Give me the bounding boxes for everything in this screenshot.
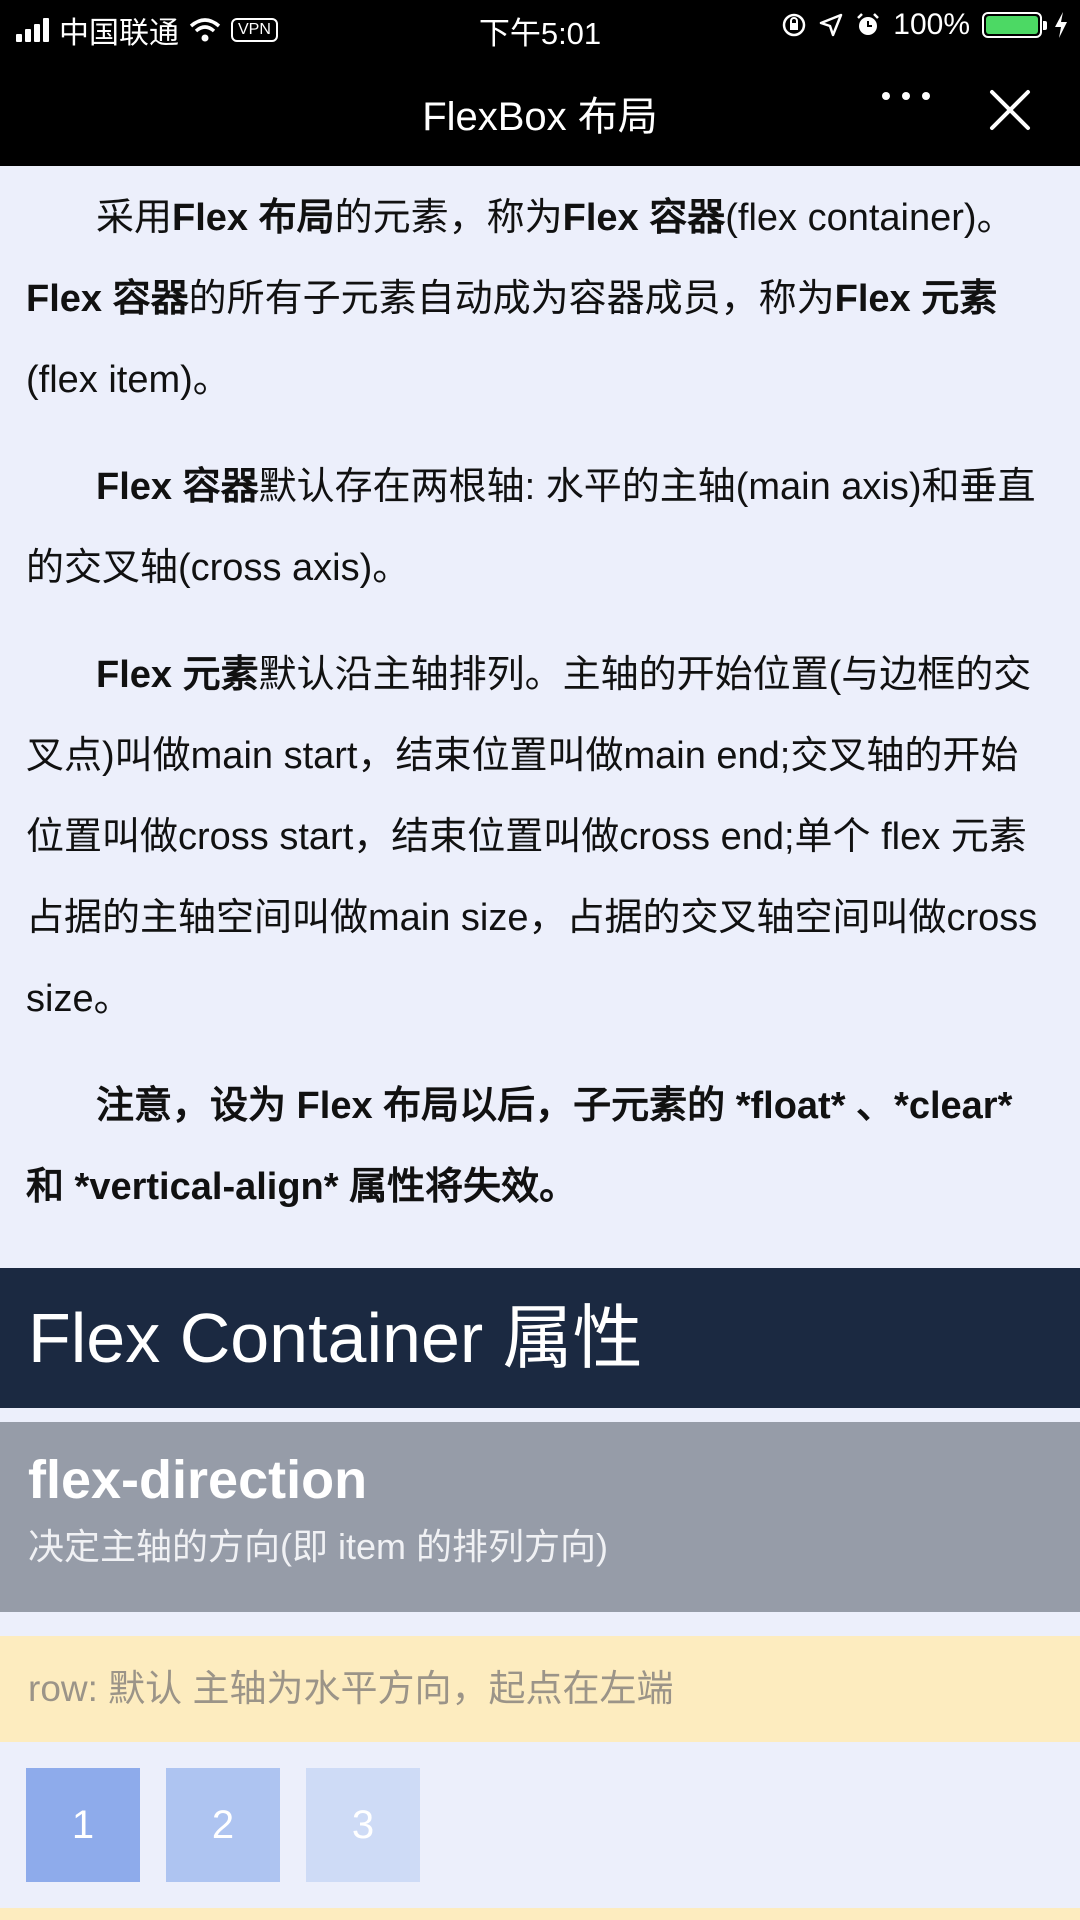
paragraph-axes: Flex 容器默认存在两根轴: 水平的主轴(main axis)和垂直的交叉轴(…	[26, 447, 1056, 609]
text-run: 默认沿主轴排列。主轴的开始位置(与边框的交叉点)叫做main start，结束位…	[26, 654, 1038, 1020]
property-name: flex-direction	[28, 1450, 368, 1510]
next-example-strip	[0, 1908, 1080, 1920]
bold-term: Flex 布局	[172, 197, 335, 239]
bold-term: Flex 元素	[96, 654, 259, 696]
text-run: 采用	[96, 197, 173, 239]
text-run: 的元素，称为	[334, 197, 563, 239]
nav-bar: FlexBox 布局	[0, 54, 1080, 166]
battery-icon	[982, 12, 1047, 38]
article-body: 采用Flex 布局的元素，称为Flex 容器(flex container)。F…	[26, 178, 1056, 1254]
demo-item-1: 1	[26, 1768, 140, 1882]
bold-term: Flex 元素	[834, 278, 998, 320]
battery-percent: 100%	[893, 8, 970, 41]
status-bar: 中国联通 VPN 下午5:01 100%	[0, 0, 1080, 54]
text-run: 的所有子元素自动成为容器成员，称为	[188, 278, 835, 320]
alarm-icon	[857, 13, 880, 35]
bold-term: Flex 容器	[26, 278, 189, 320]
demo-flex-row: 1 2 3	[26, 1768, 420, 1882]
section-header: Flex Container 属性	[0, 1268, 1080, 1408]
close-icon[interactable]	[988, 88, 1032, 132]
status-bar-right: 100%	[781, 8, 1068, 42]
paragraph-flex-container: 采用Flex 布局的元素，称为Flex 容器(flex container)。F…	[26, 178, 1056, 421]
paragraph-flex-item: Flex 元素默认沿主轴排列。主轴的开始位置(与边框的交叉点)叫做main st…	[26, 635, 1056, 1040]
charging-icon	[1055, 12, 1067, 38]
property-description: 决定主轴的方向(即 item 的排列方向)	[28, 1526, 608, 1567]
location-arrow-icon	[820, 13, 843, 37]
bold-term: 注意，设为 Flex 布局以后，子元素的 *float* 、*clear* 和 …	[26, 1085, 1013, 1208]
demo-item-2: 2	[166, 1768, 280, 1882]
more-dots-icon[interactable]	[882, 92, 930, 100]
text-run: (flex item)。	[26, 359, 231, 401]
orientation-lock-icon	[783, 13, 806, 37]
text-run: (flex container)。	[725, 197, 1015, 239]
example-label: row: 默认 主轴为水平方向，起点在左端	[0, 1636, 1080, 1742]
property-card: flex-direction 决定主轴的方向(即 item 的排列方向)	[0, 1422, 1080, 1612]
paragraph-note: 注意，设为 Flex 布局以后，子元素的 *float* 、*clear* 和 …	[26, 1066, 1056, 1228]
bold-term: Flex 容器	[562, 197, 726, 239]
demo-item-3: 3	[306, 1768, 420, 1882]
bold-term: Flex 容器	[96, 466, 259, 508]
